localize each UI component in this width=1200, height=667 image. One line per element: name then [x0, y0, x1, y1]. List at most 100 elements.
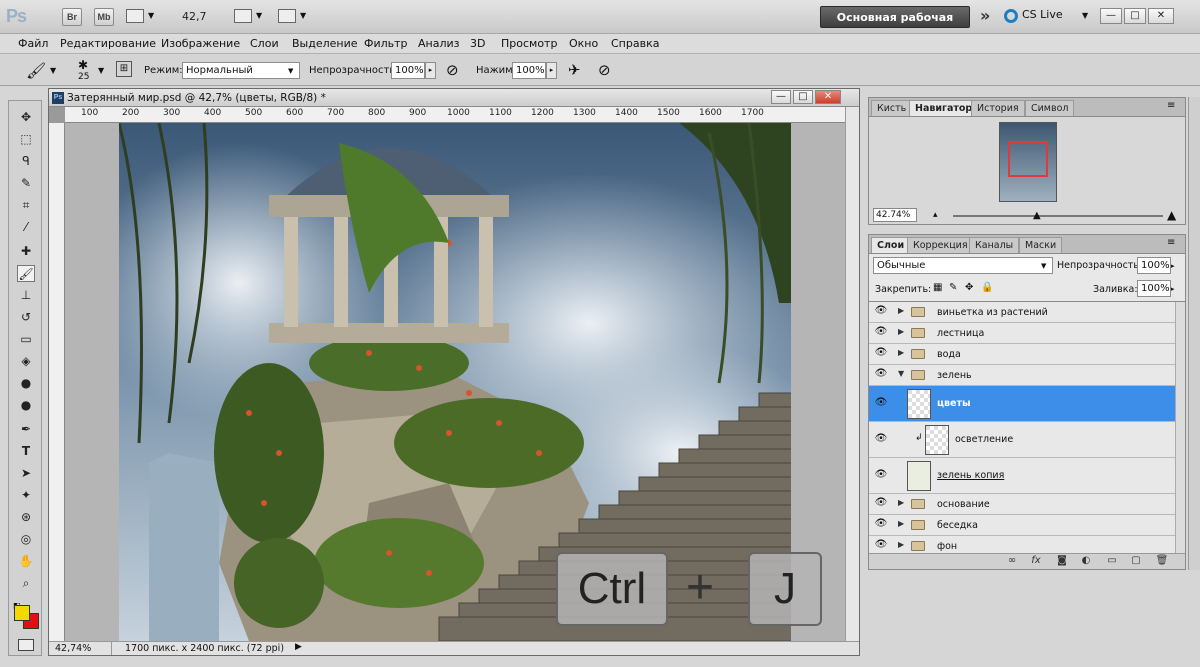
airbrush-icon[interactable]: ✈ [568, 61, 581, 79]
blend-mode-select[interactable]: Обычные [873, 257, 1053, 274]
layer-row[interactable]: 👁 ↲ осветление [869, 422, 1175, 458]
layer-opacity-field[interactable]: 100% [1137, 257, 1171, 274]
quick-mask-icon[interactable] [18, 639, 34, 651]
panel-menu-icon[interactable]: ≡ [1167, 237, 1175, 248]
eye-icon[interactable]: 👁 [874, 434, 888, 444]
stamp-tool-icon[interactable]: ⊥ [17, 287, 35, 304]
maximize-button[interactable]: □ [1124, 8, 1146, 24]
menu-3d[interactable]: 3D [470, 37, 485, 50]
tablet-opacity-icon[interactable]: ⊘ [446, 61, 459, 79]
eye-icon[interactable]: 👁 [874, 348, 888, 358]
opacity-field[interactable]: 100% [391, 62, 425, 79]
bucket-tool-icon[interactable]: ◈ [17, 353, 35, 370]
panel-menu-icon[interactable]: ≡ [1167, 100, 1175, 111]
expand-triangle-icon[interactable]: ▶ [898, 498, 904, 507]
eye-icon[interactable]: 👁 [874, 369, 888, 379]
tablet-size-icon[interactable]: ⊘ [598, 61, 611, 79]
foreground-color-swatch[interactable] [14, 605, 30, 621]
3d-rotate-tool-icon[interactable]: ⊛ [17, 509, 35, 526]
menu-layers[interactable]: Слои [250, 37, 279, 50]
tab-adjustments[interactable]: Коррекция [907, 237, 974, 253]
document-title-bar[interactable]: Ps Затерянный мир.psd @ 42,7% (цветы, RG… [49, 89, 859, 107]
eye-icon[interactable]: 👁 [874, 519, 888, 529]
layer-row[interactable]: 👁 ▶ основание [869, 494, 1175, 515]
zoom-slider-thumb[interactable]: ▲ [1033, 210, 1041, 221]
new-layer-icon[interactable]: ▢ [1129, 555, 1143, 567]
menu-filter[interactable]: Фильтр [364, 37, 408, 50]
mode-select[interactable]: Нормальный [182, 62, 300, 79]
layer-row[interactable]: 👁 ▼ зелень [869, 365, 1175, 386]
lock-position-icon[interactable]: ✥ [965, 282, 973, 293]
chevron-down-icon[interactable]: ▼ [1082, 11, 1088, 20]
menu-file[interactable]: Файл [18, 37, 48, 50]
expand-triangle-icon[interactable]: ▶ [898, 348, 904, 357]
lock-transparency-icon[interactable]: ▦ [933, 282, 942, 293]
pressure-field[interactable]: 100% [512, 62, 546, 79]
expand-triangle-icon[interactable]: ▶ [898, 327, 904, 336]
trash-icon[interactable]: 🗑 [1155, 555, 1169, 567]
opacity-slider-icon[interactable]: ▸ [1171, 262, 1175, 270]
link-layers-icon[interactable]: ∞ [1005, 555, 1019, 567]
collapse-triangle-icon[interactable]: ▼ [898, 369, 904, 378]
vertical-scrollbar[interactable] [845, 107, 859, 641]
zoom-out-icon[interactable]: ▴ [933, 210, 938, 220]
adjustment-layer-icon[interactable]: ◐ [1079, 555, 1093, 567]
layers-scrollbar[interactable] [1175, 302, 1185, 554]
tab-navigator[interactable]: Навигатор [909, 100, 979, 116]
lasso-tool-icon[interactable]: ᑫ [17, 153, 35, 170]
menu-help[interactable]: Справка [611, 37, 659, 50]
layer-row[interactable]: 👁 ▶ виньетка из растений [869, 302, 1175, 323]
healing-brush-tool-icon[interactable]: ✚ [17, 243, 35, 260]
eyedropper-tool-icon[interactable]: ⁄ [17, 219, 35, 236]
brush-tool-icon[interactable]: 🖌 [26, 61, 46, 80]
zoom-slider-track[interactable] [953, 215, 1163, 217]
expand-triangle-icon[interactable]: ▶ [898, 306, 904, 315]
minimize-button[interactable]: — [1100, 8, 1122, 24]
cslive-button[interactable]: CS Live [1022, 8, 1063, 21]
status-zoom[interactable]: 42,74% [55, 643, 91, 654]
blur-tool-icon[interactable]: ● [17, 375, 35, 392]
lock-pixels-icon[interactable]: ✎ [949, 282, 957, 293]
tab-layers[interactable]: Слои [871, 237, 911, 253]
layer-style-icon[interactable]: fx [1029, 555, 1043, 567]
tab-channels[interactable]: Каналы [969, 237, 1020, 253]
3d-orbit-tool-icon[interactable]: ◎ [17, 531, 35, 548]
dodge-tool-icon[interactable]: ● [17, 397, 35, 414]
brush-preset-icon[interactable]: ✱ [78, 58, 88, 72]
zoom-in-icon[interactable]: ▲ [1167, 208, 1176, 222]
layer-row[interactable]: 👁 ▶ лестница [869, 323, 1175, 344]
eye-icon[interactable]: 👁 [874, 398, 888, 408]
workspace-button[interactable]: Основная рабочая среда [820, 6, 970, 46]
chevron-down-icon[interactable]: ▼ [50, 66, 56, 75]
path-select-tool-icon[interactable]: ➤ [17, 465, 35, 482]
bridge-button[interactable]: Br [62, 8, 82, 26]
opacity-slider-icon[interactable]: ▸ [425, 62, 436, 79]
expand-triangle-icon[interactable]: ▶ [898, 540, 904, 549]
chevron-down-icon[interactable]: ▼ [1041, 262, 1046, 270]
layer-row[interactable]: 👁 ▶ беседка [869, 515, 1175, 536]
view-extras-icon[interactable] [126, 9, 144, 23]
brush-tool-icon[interactable]: 🖌 [17, 265, 35, 282]
type-tool-icon[interactable]: T [17, 443, 35, 460]
layer-row-selected[interactable]: 👁 цветы [869, 386, 1175, 422]
eye-icon[interactable]: 👁 [874, 498, 888, 508]
eye-icon[interactable]: 👁 [874, 540, 888, 550]
chevron-down-icon[interactable]: ▼ [300, 11, 306, 20]
tab-history[interactable]: История [971, 100, 1025, 116]
eye-icon[interactable]: 👁 [874, 327, 888, 337]
menu-image[interactable]: Изображение [161, 37, 240, 50]
chevron-down-icon[interactable]: ▼ [148, 11, 154, 20]
arrange-documents-icon[interactable] [234, 9, 252, 23]
expand-triangle-icon[interactable]: ▶ [898, 519, 904, 528]
eye-icon[interactable]: 👁 [874, 306, 888, 316]
menu-edit[interactable]: Редактирование [60, 37, 156, 50]
close-button[interactable]: ✕ [1148, 8, 1174, 24]
document-minimize-button[interactable]: — [771, 90, 791, 104]
navigator-view-box[interactable] [1008, 141, 1048, 177]
eraser-tool-icon[interactable]: ▭ [17, 331, 35, 348]
pressure-slider-icon[interactable]: ▸ [546, 62, 557, 79]
menu-window[interactable]: Окно [569, 37, 598, 50]
layer-row[interactable]: 👁 ▶ вода [869, 344, 1175, 365]
menu-select[interactable]: Выделение [292, 37, 358, 50]
screen-mode-icon[interactable] [278, 9, 296, 23]
